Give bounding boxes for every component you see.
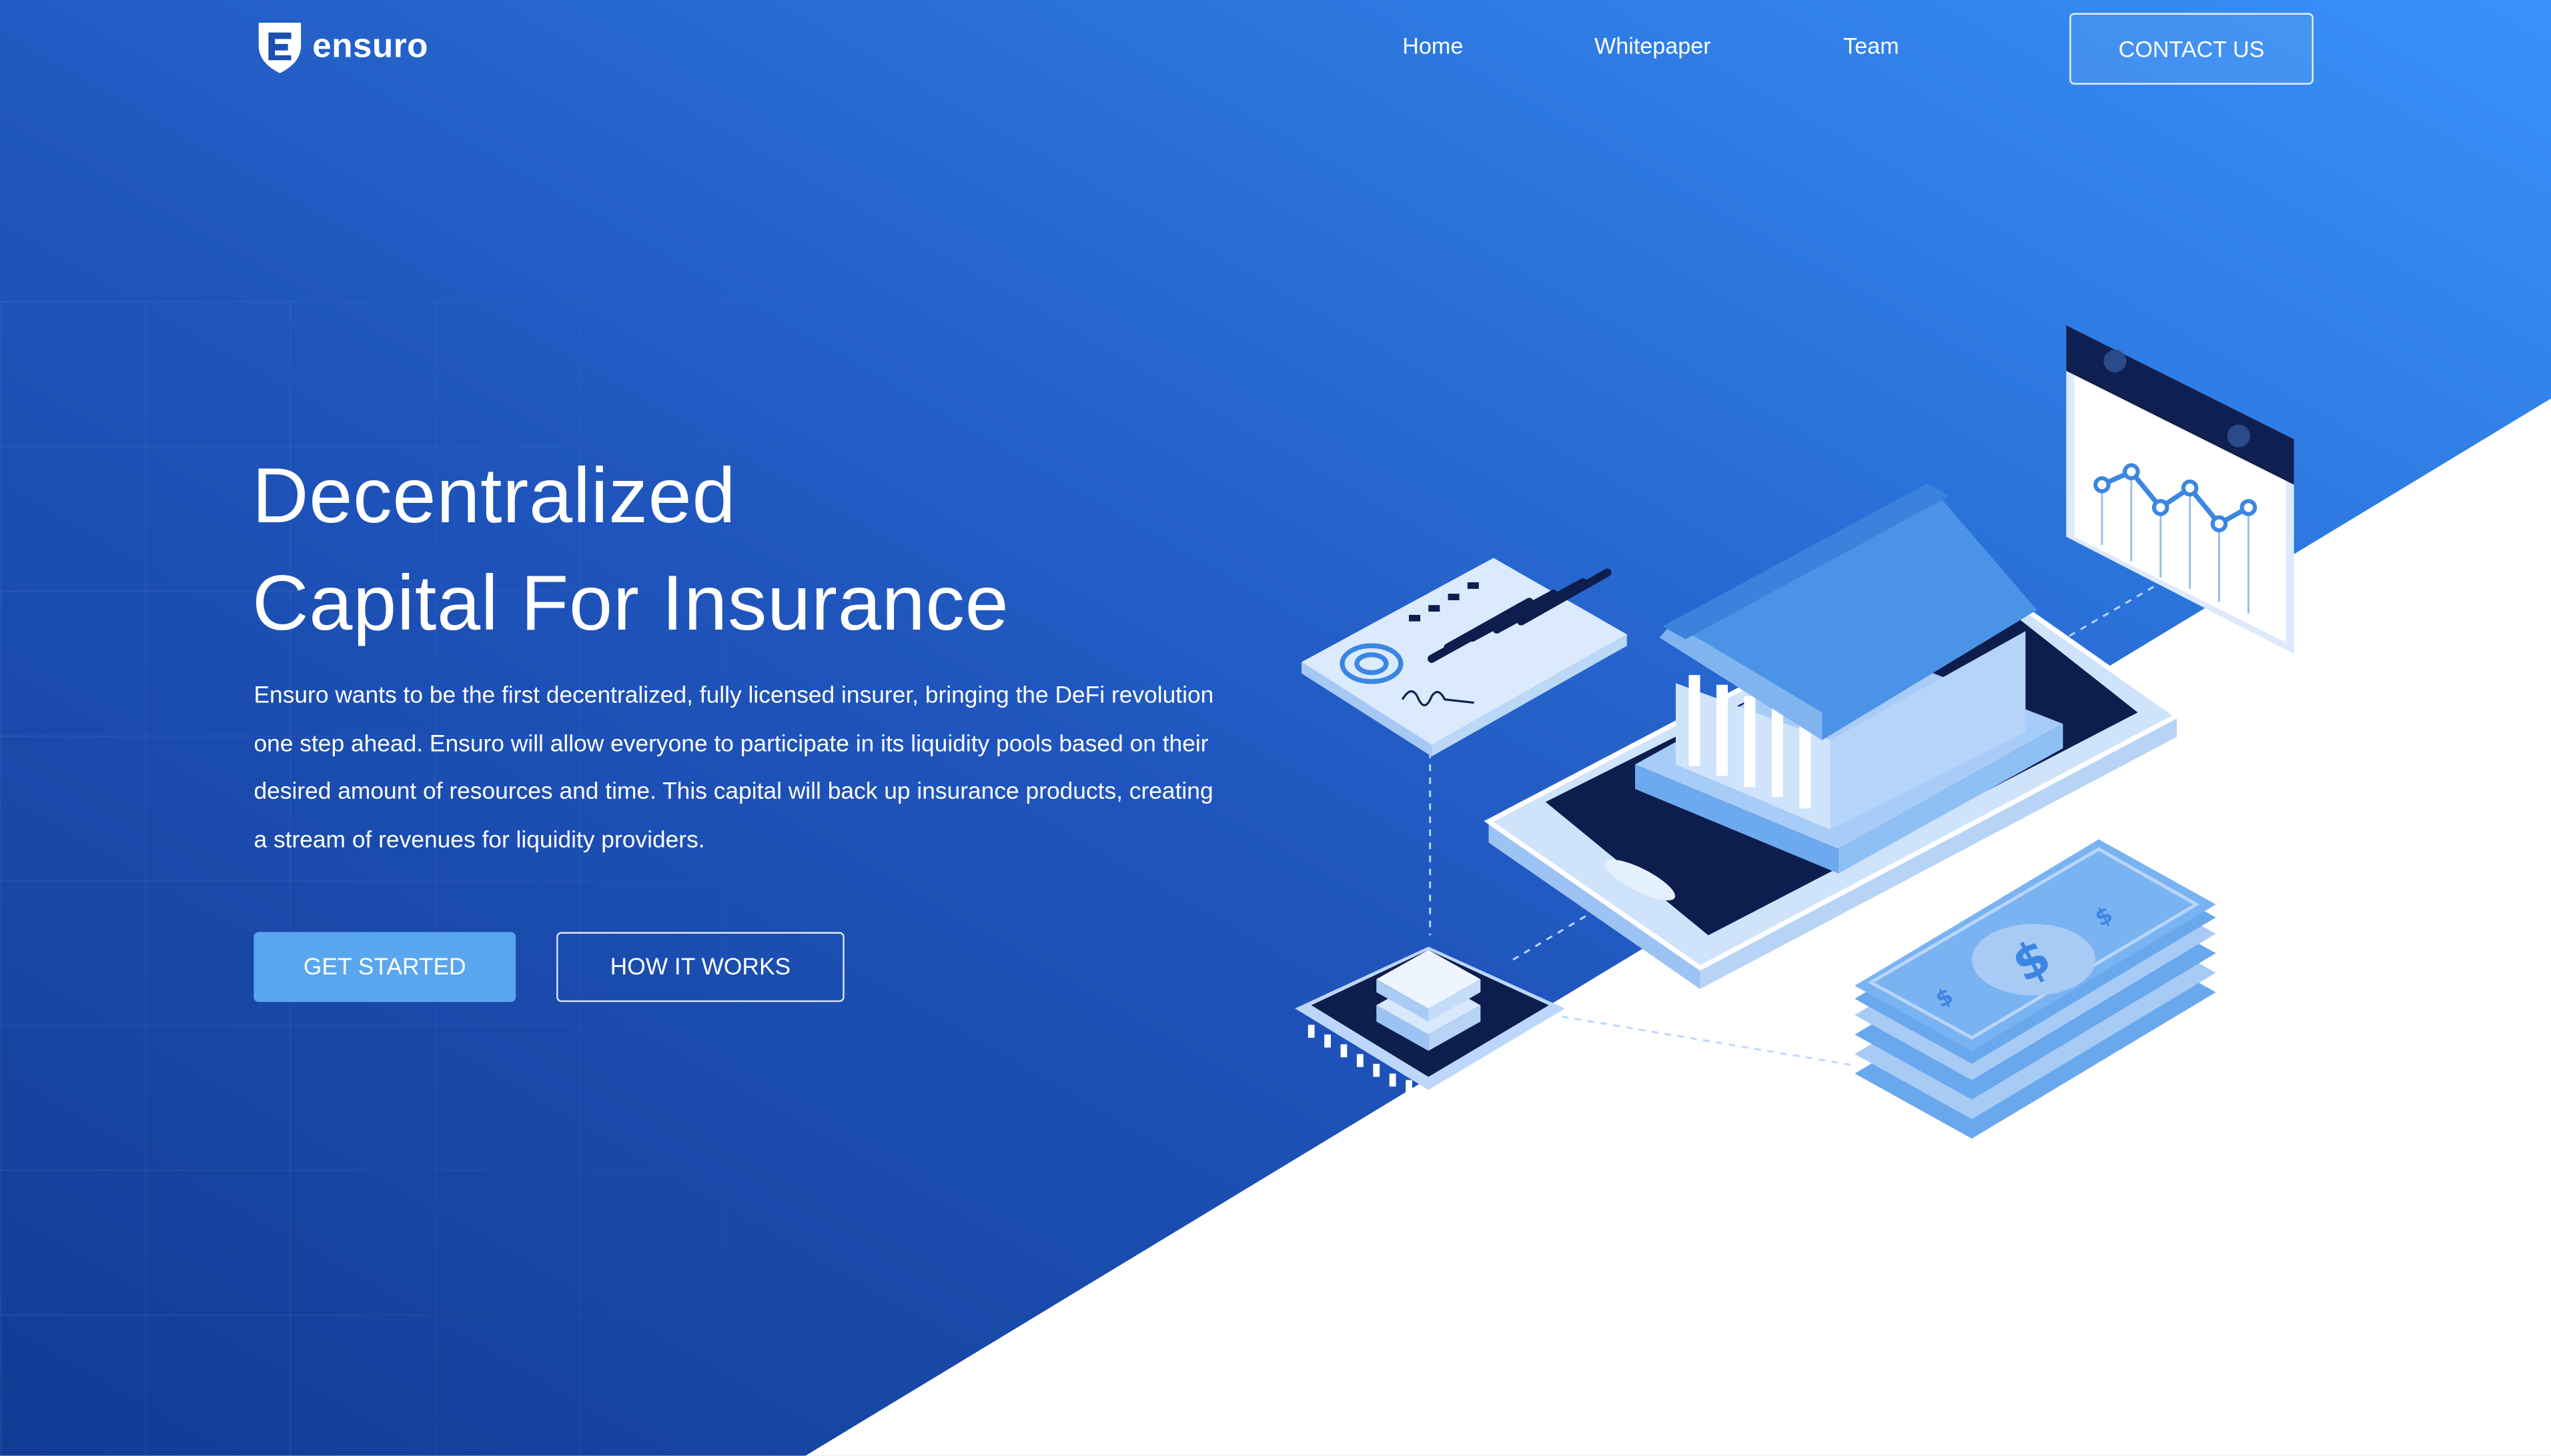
nav-whitepaper-link[interactable]: Whitepaper	[1594, 33, 1711, 59]
chip-icon	[1295, 946, 1566, 1093]
hero-description: Ensuro wants to be the first decentraliz…	[253, 683, 1214, 854]
page: ensuro Home Whitepaper Team CONTACT US D…	[0, 0, 2551, 1456]
brand-logo[interactable]: ensuro	[253, 19, 428, 75]
brand-name: ensuro	[312, 27, 428, 65]
chart-window-icon	[2066, 325, 2294, 654]
how-it-works-button[interactable]: HOW IT WORKS	[556, 932, 845, 1002]
get-started-button[interactable]: GET STARTED	[253, 932, 516, 1002]
hero-title-line-1: Decentralized	[252, 454, 736, 540]
document-icon	[1302, 558, 1627, 757]
contact-us-button[interactable]: CONTACT US	[2069, 13, 2314, 85]
cash-stack-icon: $ $ $	[1855, 839, 2216, 1139]
ensuro-shield-icon	[258, 23, 302, 73]
hero-title-line-2: Capital For Insurance	[252, 561, 1009, 648]
nav-team-link[interactable]: Team	[1843, 33, 1899, 59]
nav-home-link[interactable]: Home	[1402, 33, 1463, 59]
hero-illustration: $ $ $	[1295, 325, 2294, 1139]
